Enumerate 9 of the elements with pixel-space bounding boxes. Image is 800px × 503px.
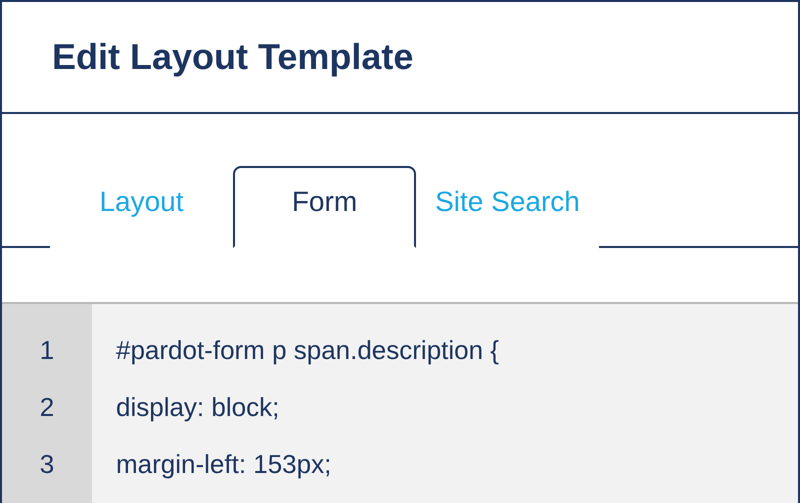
code-editor[interactable]: 1 2 3 #pardot-form p span.description { display: block; margin-left: 153px; [2, 302, 798, 503]
code-line: margin-left: 153px; [116, 448, 332, 481]
code-line: display: block; [116, 391, 280, 424]
page-title: Edit Layout Template [52, 36, 414, 78]
line-number: 2 [38, 391, 56, 424]
code-line: #pardot-form p span.description { [116, 334, 500, 367]
tab[interactable]: Form [233, 166, 416, 248]
line-number: 1 [38, 334, 56, 367]
line-number: 3 [38, 448, 56, 481]
